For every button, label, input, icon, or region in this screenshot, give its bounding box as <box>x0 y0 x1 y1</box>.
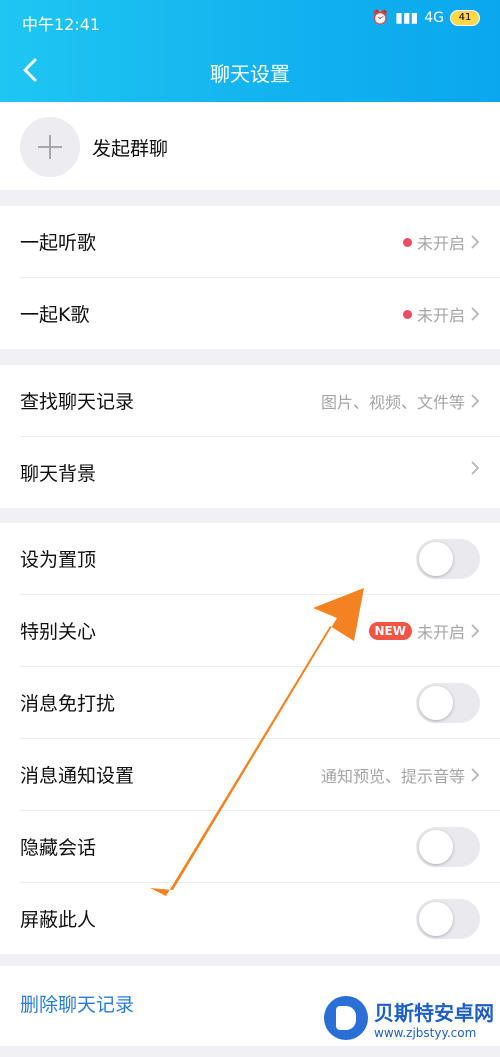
row-karaoke-together[interactable]: 一起K歌 未开启 <box>20 278 500 349</box>
row-status: 未开启 <box>416 306 465 325</box>
row-meta: 未开启 <box>402 230 480 254</box>
toggle-knob <box>419 542 453 576</box>
row-do-not-disturb[interactable]: 消息免打扰 <box>20 667 500 739</box>
row-meta <box>470 461 480 475</box>
row-status: 未开启 <box>416 234 465 253</box>
block-toggle[interactable] <box>416 899 480 939</box>
page-title: 聊天设置 <box>210 62 290 86</box>
watermark-name: 贝斯特安卓网 <box>374 1000 494 1025</box>
row-notification-settings[interactable]: 消息通知设置 通知预览、提示音等 <box>20 739 500 811</box>
row-label: 设为置顶 <box>20 549 97 571</box>
status-icons: ⏰ ▮▮▮ 4G 41 <box>372 10 480 26</box>
dnd-toggle[interactable] <box>416 683 480 723</box>
row-label: 聊天背景 <box>20 463 97 485</box>
row-label: 特别关心 <box>20 621 97 643</box>
battery-icon: 41 <box>450 10 480 26</box>
row-label: 查找聊天记录 <box>20 391 135 413</box>
status-time: 中午12:41 <box>22 15 101 34</box>
row-listen-together[interactable]: 一起听歌 未开启 <box>20 206 500 278</box>
row-block-user[interactable]: 屏蔽此人 <box>20 883 500 954</box>
row-label: 一起K歌 <box>20 304 90 326</box>
row-label: 屏蔽此人 <box>20 909 97 931</box>
chevron-right-icon <box>471 235 480 249</box>
row-label: 隐藏会话 <box>20 837 97 859</box>
row-hint: 图片、视频、文件等 <box>320 393 465 412</box>
status-bar: 中午12:41 ⏰ ▮▮▮ 4G 41 <box>0 0 500 40</box>
signal-icon: ▮▮▮ <box>395 10 419 26</box>
chevron-right-icon <box>471 624 480 638</box>
row-label: 消息通知设置 <box>20 765 135 787</box>
network-label: 4G <box>424 10 444 26</box>
music-group: 一起听歌 未开启 一起K歌 未开启 <box>0 206 500 349</box>
start-group-chat-label: 发起群聊 <box>92 138 169 160</box>
app-header: 中午12:41 ⏰ ▮▮▮ 4G 41 聊天设置 <box>0 0 500 102</box>
row-meta: NEW 未开启 <box>368 619 481 643</box>
settings-group: 设为置顶 特别关心 NEW 未开启 消息免打扰 消息通知设置 通知预览、提示音等… <box>0 523 500 954</box>
row-meta: 未开启 <box>402 302 480 326</box>
delete-chat-history-label: 删除聊天记录 <box>20 994 135 1016</box>
chevron-right-icon <box>471 394 480 408</box>
row-label: 消息免打扰 <box>20 693 116 715</box>
red-dot-icon <box>402 309 412 319</box>
hide-toggle[interactable] <box>416 827 480 867</box>
chevron-right-icon <box>471 768 480 782</box>
row-special-care[interactable]: 特别关心 NEW 未开启 <box>20 595 500 667</box>
pin-toggle[interactable] <box>416 539 480 579</box>
row-hint: 通知预览、提示音等 <box>320 767 465 786</box>
toggle-knob <box>419 902 453 936</box>
row-meta: 通知预览、提示音等 <box>321 763 480 787</box>
watermark: 贝斯特安卓网 www.zjbstyy.com <box>324 996 494 1040</box>
row-hide-conversation[interactable]: 隐藏会话 <box>20 811 500 883</box>
chevron-right-icon <box>471 461 480 475</box>
records-group: 查找聊天记录 图片、视频、文件等 聊天背景 <box>0 365 500 508</box>
plus-icon[interactable] <box>20 117 80 177</box>
row-search-chat-history[interactable]: 查找聊天记录 图片、视频、文件等 <box>20 365 500 437</box>
row-meta: 图片、视频、文件等 <box>321 389 480 413</box>
row-pin-to-top[interactable]: 设为置顶 <box>20 523 500 595</box>
row-status: 未开启 <box>416 623 465 642</box>
new-badge: NEW <box>368 622 412 640</box>
red-dot-icon <box>402 237 412 247</box>
watermark-text: 贝斯特安卓网 www.zjbstyy.com <box>374 997 494 1040</box>
alarm-icon: ⏰ <box>371 10 390 26</box>
watermark-url: www.zjbstyy.com <box>374 1025 477 1040</box>
watermark-logo-icon <box>324 996 368 1040</box>
toggle-knob <box>419 686 453 720</box>
row-label: 一起听歌 <box>20 232 97 254</box>
chevron-right-icon <box>471 307 480 321</box>
row-chat-background[interactable]: 聊天背景 <box>20 437 500 508</box>
toggle-knob <box>419 830 453 864</box>
